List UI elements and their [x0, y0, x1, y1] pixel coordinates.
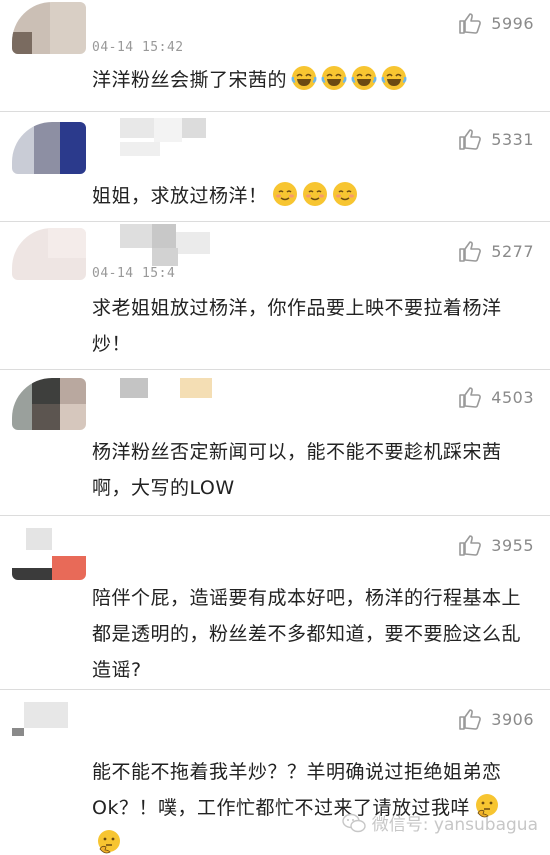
like-button[interactable]: 3906	[458, 708, 534, 730]
thumbs-up-icon	[459, 129, 482, 150]
thumbs-up-icon	[459, 709, 482, 730]
username-redacted	[120, 118, 230, 160]
thumbs-up-icon	[459, 241, 482, 262]
like-count: 5996	[491, 13, 534, 33]
thumbs-up-icon	[459, 387, 482, 408]
like-button[interactable]: 3955	[458, 534, 534, 556]
comment-feed: 04-14 15:42 5996 洋洋粉丝会撕了宋茜的 5331 姐姐，求放过杨…	[0, 0, 550, 855]
laughing-crying-emoji	[381, 66, 407, 90]
emoji-row	[268, 182, 358, 207]
avatar[interactable]	[12, 2, 86, 54]
comment-text: 陪伴个屁，造谣要有成本好吧，杨洋的行程基本上都是透明的，粉丝差不多都知道，要不要…	[92, 587, 522, 681]
comment-body: 姐姐，求放过杨洋！	[92, 185, 268, 207]
thinking-emoji	[98, 830, 120, 854]
watermark-text: 微信号: yansubagua	[371, 815, 538, 835]
laughing-crying-emoji	[351, 66, 377, 90]
smiling-blush-emoji	[302, 182, 327, 206]
comment-text: 能不能不拖着我羊炒？？羊明确说过拒绝姐弟恋Ok？！噗，工作忙都忙不过来了请放过我…	[92, 754, 522, 855]
comment-text: 杨洋粉丝否定新闻可以，能不能不要趁机踩宋茜啊，大写的LOW	[92, 441, 502, 499]
comment-item: 04-14 15:42 5996 洋洋粉丝会撕了宋茜的	[0, 0, 550, 112]
username-redacted	[120, 0, 230, 42]
smiling-blush-emoji	[332, 182, 357, 206]
like-count: 4503	[491, 387, 534, 407]
wechat-icon	[342, 813, 366, 832]
like-button[interactable]: 4503	[458, 386, 534, 408]
avatar[interactable]	[12, 228, 86, 280]
comment-text: 洋洋粉丝会撕了宋茜的	[92, 62, 522, 98]
laughing-crying-emoji	[321, 66, 347, 90]
like-count: 5277	[491, 241, 534, 261]
avatar[interactable]	[12, 122, 86, 174]
comment-item: 3955 陪伴个屁，造谣要有成本好吧，杨洋的行程基本上都是透明的，粉丝差不多都知…	[0, 516, 550, 690]
emoji-row	[287, 66, 407, 91]
thumbs-up-icon	[459, 535, 482, 556]
comment-text: 姐姐，求放过杨洋！	[92, 178, 522, 214]
comment-body: 洋洋粉丝会撕了宋茜的	[92, 69, 288, 91]
wechat-watermark: 微信号: yansubagua	[342, 810, 538, 835]
username-redacted	[120, 378, 230, 420]
like-count: 5331	[491, 129, 534, 149]
smiling-blush-emoji	[272, 182, 297, 206]
like-count: 3955	[491, 535, 534, 555]
comment-item: 5331 姐姐，求放过杨洋！	[0, 112, 550, 222]
username-redacted	[120, 224, 230, 266]
laughing-crying-emoji	[291, 66, 317, 90]
comment-time: 04-14 15:4	[92, 266, 176, 281]
avatar[interactable]	[12, 528, 86, 580]
like-button[interactable]: 5331	[458, 128, 534, 150]
avatar[interactable]	[12, 378, 86, 430]
like-count: 3906	[491, 709, 534, 729]
comment-text: 求老姐姐放过杨洋，你作品要上映不要拉着杨洋炒！	[92, 297, 502, 355]
comment-item: 4503 杨洋粉丝否定新闻可以，能不能不要趁机踩宋茜啊，大写的LOW	[0, 370, 550, 516]
comment-item: 04-14 15:4 5277 求老姐姐放过杨洋，你作品要上映不要拉着杨洋炒！	[0, 222, 550, 370]
like-button[interactable]: 5996	[458, 12, 534, 34]
avatar[interactable]	[12, 702, 86, 754]
like-button[interactable]: 5277	[458, 240, 534, 262]
comment-time: 04-14 15:42	[92, 40, 184, 55]
thumbs-up-icon	[459, 13, 482, 34]
